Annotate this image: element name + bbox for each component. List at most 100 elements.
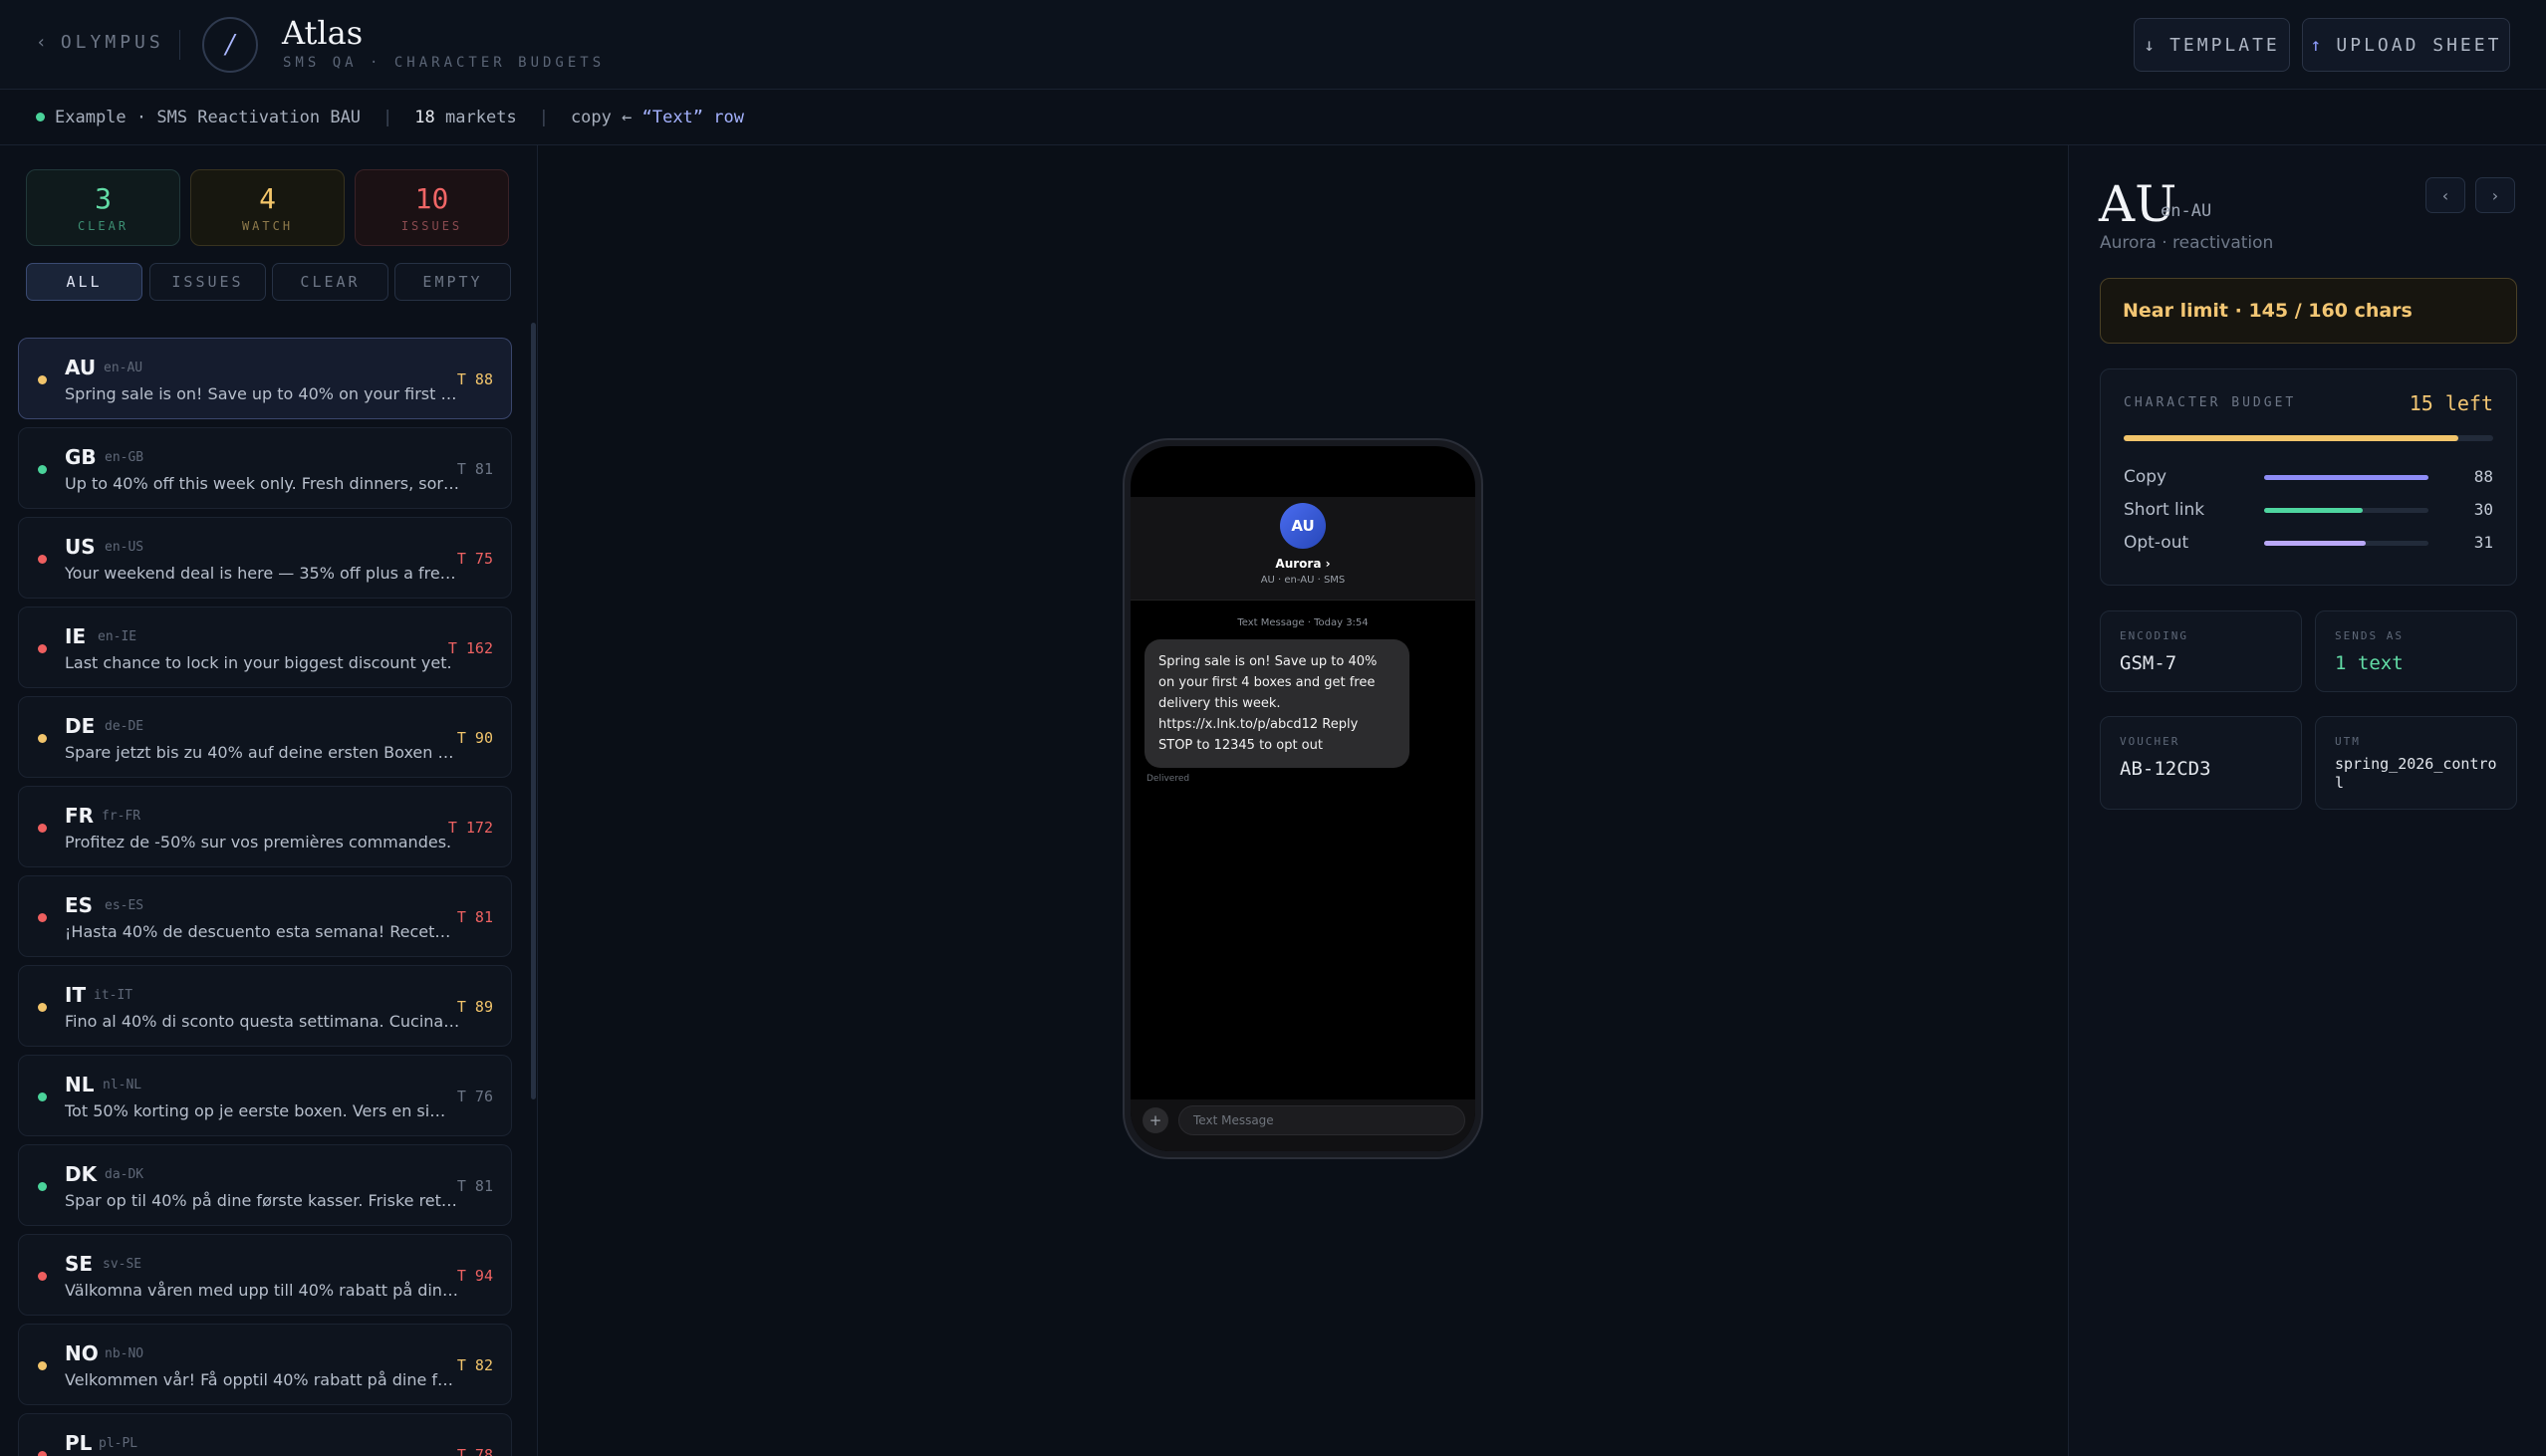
voucher-card: VOUCHER AB-12CD3 bbox=[2100, 716, 2302, 810]
budget-progress-fill bbox=[2124, 435, 2459, 441]
filter-clear[interactable]: CLEAR bbox=[272, 263, 388, 301]
app-logo-icon: / bbox=[202, 17, 258, 73]
utm-value: spring_2026_control bbox=[2335, 755, 2497, 792]
filter-issues[interactable]: ISSUES bbox=[149, 263, 266, 301]
market-row-au[interactable]: AU en-AU Spring sale is on! Save up to 40%… bbox=[18, 338, 512, 419]
market-char-count: T 81 bbox=[456, 1177, 493, 1195]
sends-as-value: 1 text bbox=[2335, 652, 2404, 674]
market-row-no[interactable]: NO nb-NO Velkommen vår! Få opptil 40% raba… bbox=[18, 1324, 512, 1405]
sends-as-card: SENDS AS 1 text bbox=[2315, 610, 2517, 692]
market-message-preview: Last chance to lock in your biggest disc… bbox=[65, 653, 452, 672]
market-code: SE bbox=[65, 1252, 94, 1276]
market-row-nl[interactable]: NL nl-NL Tot 50% korting op je eerste boxe… bbox=[18, 1055, 512, 1136]
market-message-preview: ¡Hasta 40% de descuento esta semana! Rec… bbox=[65, 922, 460, 941]
app-header: ‹ OLYMPUS / Atlas SMS QA · CHARACTER BUD… bbox=[0, 0, 2546, 90]
filter-all[interactable]: ALL bbox=[26, 263, 142, 301]
market-locale: sv-SE bbox=[103, 1257, 142, 1272]
market-code: IT bbox=[65, 983, 87, 1007]
budget-left: 15 left bbox=[2409, 391, 2493, 415]
market-locale: en-AU bbox=[104, 361, 143, 375]
market-char-count: T 82 bbox=[456, 1356, 493, 1374]
market-row-se[interactable]: SE sv-SE Välkomna våren med upp till 40% r… bbox=[18, 1234, 512, 1316]
budget-row-track bbox=[2264, 508, 2428, 513]
market-list-scrollbar[interactable] bbox=[531, 323, 536, 1099]
status-dot-icon bbox=[38, 824, 47, 833]
status-dot-icon bbox=[38, 1361, 47, 1370]
stat-issues[interactable]: 10 ISSUES bbox=[355, 169, 509, 246]
stat-issues-value: 10 bbox=[414, 181, 449, 215]
stat-watch[interactable]: 4 WATCH bbox=[190, 169, 345, 246]
market-char-count: T 94 bbox=[456, 1267, 493, 1285]
market-code: GB bbox=[65, 445, 97, 469]
market-row-de[interactable]: DE de-DE Spare jetzt bis zu 40% auf deine … bbox=[18, 696, 512, 778]
market-locale: pl-PL bbox=[99, 1436, 138, 1451]
budget-row-fill bbox=[2264, 508, 2363, 513]
budget-row-value: 88 bbox=[2473, 467, 2493, 486]
budget-row-value: 31 bbox=[2473, 533, 2493, 552]
market-row-gb[interactable]: GB en-GB Up to 40% off this week only. Fre… bbox=[18, 427, 512, 509]
market-row-fr[interactable]: FR fr-FR Profitez de -50% sur vos première… bbox=[18, 786, 512, 867]
chevron-right-icon: › bbox=[2491, 185, 2499, 205]
template-button[interactable]: ↓ TEMPLATE bbox=[2134, 18, 2290, 72]
detail-brand-line: Aurora · reactivation bbox=[2100, 233, 2274, 253]
status-dot-icon bbox=[38, 1003, 47, 1012]
market-row-pl[interactable]: PL pl-PL T 78 bbox=[18, 1413, 512, 1456]
market-row-us[interactable]: US en-US Your weekend deal is here — 35% o… bbox=[18, 517, 512, 599]
budget-progress-track bbox=[2124, 435, 2493, 441]
market-locale: it-IT bbox=[94, 988, 133, 1003]
market-code: NO bbox=[65, 1341, 99, 1365]
compose-input[interactable]: Text Message bbox=[1178, 1105, 1465, 1135]
market-code: NL bbox=[65, 1073, 95, 1096]
budget-row-track bbox=[2264, 475, 2428, 480]
utm-card: UTM spring_2026_control bbox=[2315, 716, 2517, 810]
market-char-count: T 90 bbox=[456, 729, 493, 747]
sends-as-label: SENDS AS bbox=[2335, 629, 2404, 642]
market-row-es[interactable]: ES es-ES ¡Hasta 40% de descuento esta sema… bbox=[18, 875, 512, 957]
market-char-count: T 76 bbox=[456, 1088, 493, 1105]
status-dot-icon bbox=[36, 113, 45, 121]
market-code: ES bbox=[65, 893, 94, 917]
market-message-preview: Your weekend deal is here — 35% off plus… bbox=[65, 564, 460, 583]
plus-icon[interactable]: + bbox=[1143, 1107, 1168, 1133]
budget-title: CHARACTER BUDGET bbox=[2124, 395, 2297, 410]
prev-market-button[interactable]: ‹ bbox=[2425, 177, 2465, 213]
compose-bar: + Text Message bbox=[1131, 1099, 1475, 1151]
phone-screen: AU Aurora › AU · en-AU · SMS Text Messag… bbox=[1131, 446, 1475, 1151]
separator: | bbox=[382, 107, 393, 127]
market-message-preview: Tot 50% korting op je eerste boxen. Vers… bbox=[65, 1101, 460, 1120]
budget-row-fill bbox=[2264, 541, 2367, 546]
market-message-preview: Velkommen vår! Få opptil 40% rabatt på d… bbox=[65, 1370, 460, 1389]
upload-label: UPLOAD SHEET bbox=[2336, 34, 2502, 56]
budget-row-value: 30 bbox=[2473, 500, 2493, 519]
message-bubble: Spring sale is on! Save up to 40% on you… bbox=[1145, 639, 1409, 768]
utm-label: UTM bbox=[2335, 735, 2361, 748]
stat-issues-label: ISSUES bbox=[400, 218, 463, 233]
sms-preview-area: AU Aurora › AU · en-AU · SMS Text Messag… bbox=[538, 145, 2068, 1456]
back-button[interactable]: ‹ OLYMPUS bbox=[36, 32, 164, 53]
stat-clear-value: 3 bbox=[95, 181, 112, 215]
market-char-count: T 89 bbox=[456, 998, 493, 1016]
market-row-it[interactable]: IT it-IT Fino al 40% di sconto questa sett… bbox=[18, 965, 512, 1047]
template-label: TEMPLATE bbox=[2169, 34, 2280, 56]
app-subtitle: SMS QA · CHARACTER BUDGETS bbox=[283, 55, 606, 71]
market-char-count: T 172 bbox=[447, 819, 493, 837]
encoding-value: GSM-7 bbox=[2120, 652, 2177, 674]
market-message-preview: Spring sale is on! Save up to 40% on you… bbox=[65, 384, 460, 403]
market-char-count: T 162 bbox=[447, 639, 493, 657]
detail-locale: en-AU bbox=[2161, 201, 2212, 221]
market-locale: en-GB bbox=[105, 450, 144, 465]
market-message-preview: Fino al 40% di sconto questa settimana. … bbox=[65, 1012, 460, 1031]
encoding-label: ENCODING bbox=[2120, 629, 2188, 642]
status-dot-icon bbox=[38, 555, 47, 564]
filter-empty[interactable]: EMPTY bbox=[394, 263, 511, 301]
campaign-info: Example · SMS Reactivation BAU bbox=[36, 108, 361, 127]
header-divider bbox=[179, 30, 180, 60]
next-market-button[interactable]: › bbox=[2475, 177, 2515, 213]
contact-header: AU Aurora › AU · en-AU · SMS bbox=[1131, 497, 1475, 601]
contact-name: Aurora › bbox=[1275, 557, 1331, 571]
upload-sheet-button[interactable]: ↑ UPLOAD SHEET bbox=[2302, 18, 2510, 72]
stat-clear[interactable]: 3 CLEAR bbox=[26, 169, 180, 246]
market-row-ie[interactable]: IE en-IE Last chance to lock in your bigge… bbox=[18, 607, 512, 688]
market-row-dk[interactable]: DK da-DK Spar op til 40% på dine første ka… bbox=[18, 1144, 512, 1226]
market-locale: es-ES bbox=[105, 898, 144, 913]
